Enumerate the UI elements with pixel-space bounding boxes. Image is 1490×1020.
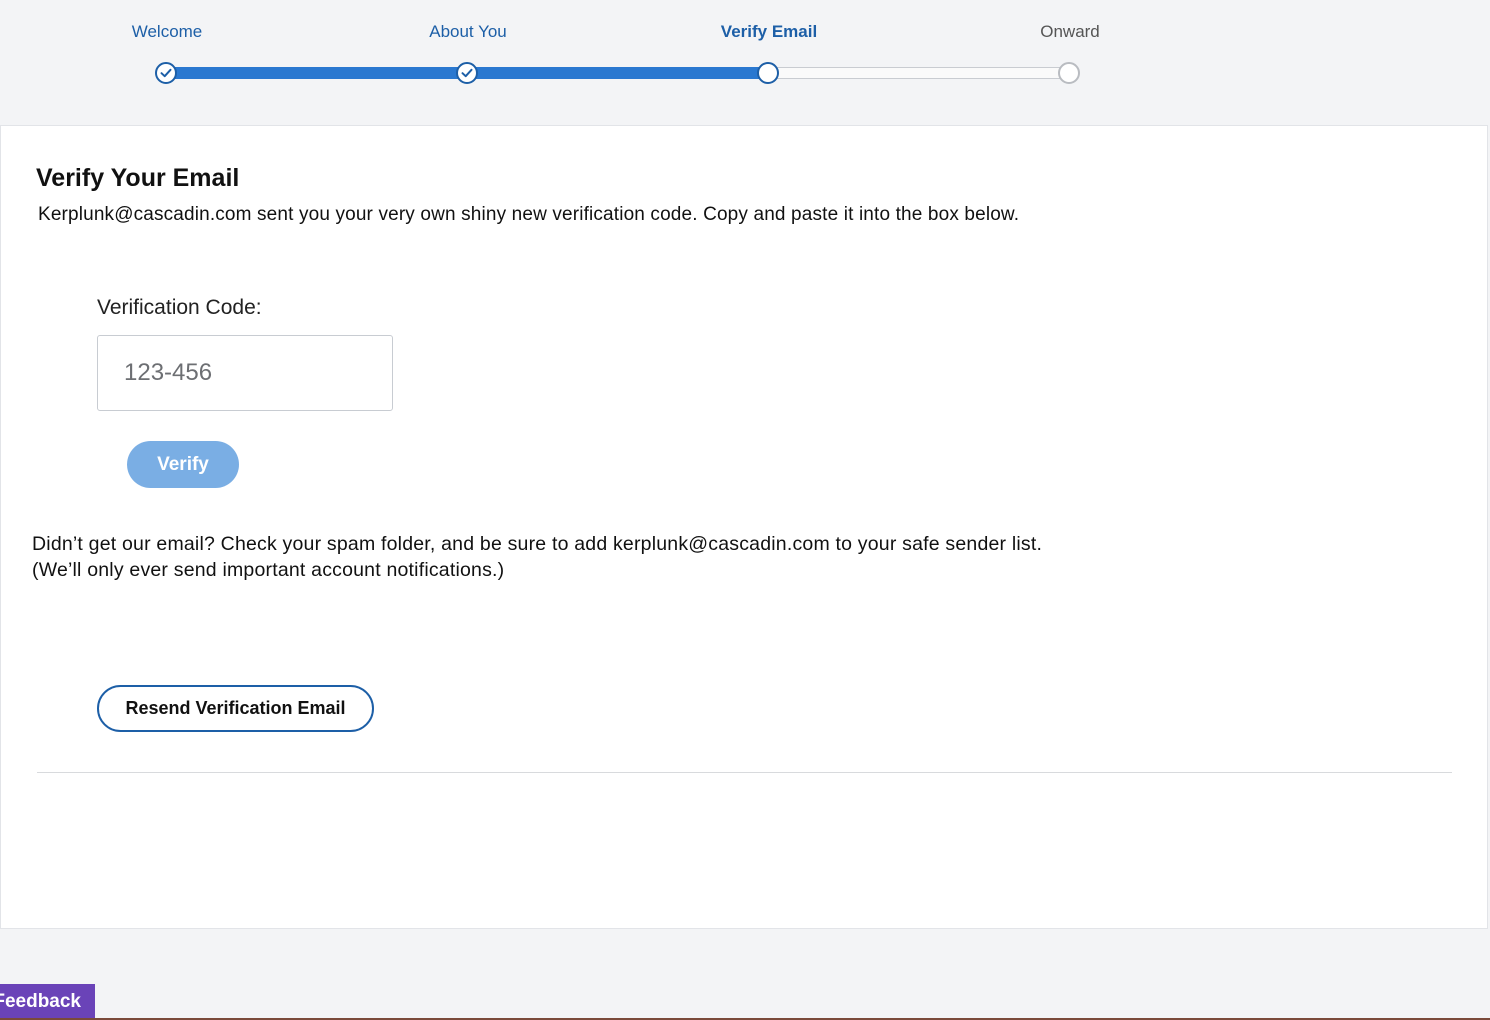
check-icon — [160, 68, 172, 78]
step-node-onward — [1058, 62, 1080, 84]
step-label-verify-email: Verify Email — [720, 22, 818, 41]
verify-email-page: Welcome About You Verify Email Onward Ve… — [0, 0, 1490, 1020]
spam-help-text: Didn’t get our email? Check your spam fo… — [32, 531, 1042, 583]
divider — [37, 772, 1452, 773]
verify-button[interactable]: Verify — [127, 441, 239, 488]
verify-email-card: Verify Your Email Kerplunk@cascadin.com … — [0, 125, 1488, 929]
verification-code-label: Verification Code: — [97, 296, 262, 319]
step-label-onward: Onward — [1040, 22, 1100, 41]
step-node-welcome[interactable] — [155, 62, 177, 84]
step-label-about-you[interactable]: About You — [429, 22, 507, 42]
step-node-verify-email — [757, 62, 779, 84]
verify-description: Kerplunk@cascadin.com sent you your very… — [38, 204, 1020, 225]
check-icon — [461, 68, 473, 78]
spam-help-line: Didn’t get our email? Check your spam fo… — [32, 533, 1043, 555]
feedback-tab[interactable]: Feedback — [0, 984, 95, 1020]
notification-note: (We’ll only ever send important account … — [32, 559, 505, 581]
page-title: Verify Your Email — [36, 164, 240, 192]
step-node-about-you[interactable] — [456, 62, 478, 84]
progress-stepper: Welcome About You Verify Email Onward — [0, 0, 1490, 125]
progress-track — [768, 67, 1069, 79]
feedback-label: Feedback — [0, 991, 81, 1012]
step-label-welcome[interactable]: Welcome — [132, 22, 203, 42]
verification-code-input[interactable] — [97, 335, 393, 411]
resend-verification-button[interactable]: Resend Verification Email — [97, 685, 374, 732]
